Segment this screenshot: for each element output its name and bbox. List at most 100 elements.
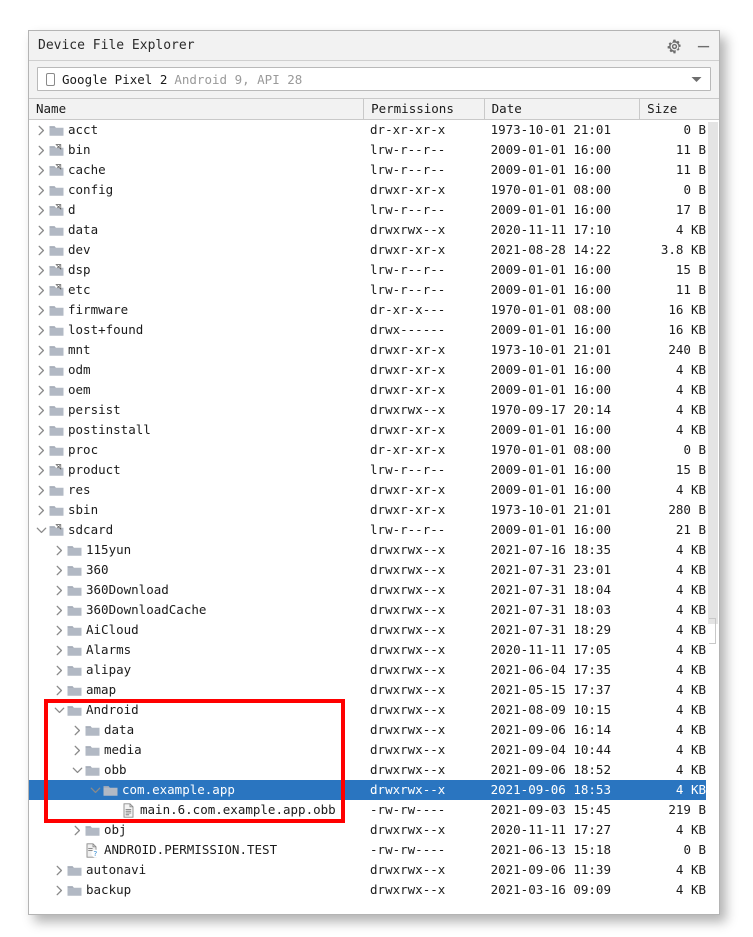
cell-name[interactable]: cache <box>29 160 363 180</box>
chevron-down-icon[interactable] <box>35 520 48 540</box>
table-row[interactable]: proc dr-xr-xr-x 1970-01-01 08:00 0 B <box>29 440 719 460</box>
chevron-right-icon[interactable] <box>35 140 48 160</box>
table-row[interactable]: 360DownloadCache drwxrwx--x 2021-07-31 18:… <box>29 600 719 620</box>
cell-name[interactable]: firmware <box>29 300 363 320</box>
table-row[interactable]: config drwxr-xr-x 1970-01-01 08:00 0 B <box>29 180 719 200</box>
cell-name[interactable]: etc <box>29 280 363 300</box>
chevron-down-icon[interactable] <box>691 68 702 90</box>
table-row[interactable]: alipay drwxrwx--x 2021-06-04 17:35 4 KB <box>29 660 719 680</box>
cell-name[interactable]: lost+found <box>29 320 363 340</box>
chevron-right-icon[interactable] <box>35 220 48 240</box>
cell-name[interactable]: AiCloud <box>29 620 363 640</box>
cell-name[interactable]: sbin <box>29 500 363 520</box>
cell-name[interactable]: postinstall <box>29 420 363 440</box>
cell-name[interactable]: res <box>29 480 363 500</box>
cell-name[interactable]: persist <box>29 400 363 420</box>
cell-name[interactable]: amap <box>29 680 363 700</box>
table-row[interactable]: media drwxrwx--x 2021-09-04 10:44 4 KB <box>29 740 719 760</box>
table-row[interactable]: ? ANDROID.PERMISSION.TEST -rw-rw---- 2021-0… <box>29 840 719 860</box>
chevron-right-icon[interactable] <box>35 420 48 440</box>
cell-name[interactable]: 360 <box>29 560 363 580</box>
cell-name[interactable]: data <box>29 220 363 240</box>
cell-name[interactable]: media <box>29 740 363 760</box>
chevron-right-icon[interactable] <box>71 720 84 740</box>
cell-name[interactable]: main.6.com.example.app.obb <box>29 800 363 820</box>
cell-name[interactable]: dsp <box>29 260 363 280</box>
cell-name[interactable]: product <box>29 460 363 480</box>
cell-name[interactable]: ? ANDROID.PERMISSION.TEST <box>29 840 363 860</box>
chevron-right-icon[interactable] <box>53 540 66 560</box>
table-row[interactable]: bin lrw-r--r-- 2009-01-01 16:00 11 B <box>29 140 719 160</box>
chevron-down-icon[interactable] <box>71 760 84 780</box>
cell-name[interactable]: proc <box>29 440 363 460</box>
table-row[interactable]: dsp lrw-r--r-- 2009-01-01 16:00 15 B <box>29 260 719 280</box>
cell-name[interactable]: oem <box>29 380 363 400</box>
chevron-right-icon[interactable] <box>71 740 84 760</box>
table-row[interactable]: obb drwxrwx--x 2021-09-06 18:52 4 KB <box>29 760 719 780</box>
column-header-date[interactable]: Date <box>483 99 640 120</box>
chevron-right-icon[interactable] <box>71 820 84 840</box>
table-row[interactable]: acct dr-xr-xr-x 1973-10-01 21:01 0 B <box>29 120 719 140</box>
table-row[interactable]: firmware dr-xr-x--- 1970-01-01 08:00 16 KB <box>29 300 719 320</box>
chevron-right-icon[interactable] <box>53 660 66 680</box>
table-row[interactable]: autonavi drwxrwx--x 2021-09-06 11:39 4 KB <box>29 860 719 880</box>
cell-name[interactable]: alipay <box>29 660 363 680</box>
gear-icon[interactable] <box>666 38 683 55</box>
cell-name[interactable]: acct <box>29 120 363 140</box>
cell-name[interactable]: sdcard <box>29 520 363 540</box>
table-row[interactable]: backup drwxrwx--x 2021-03-16 09:09 4 KB <box>29 880 719 900</box>
chevron-right-icon[interactable] <box>35 460 48 480</box>
table-row[interactable]: main.6.com.example.app.obb -rw-rw---- 2021… <box>29 800 719 820</box>
cell-name[interactable]: dev <box>29 240 363 260</box>
column-header-permissions[interactable]: Permissions <box>363 99 484 120</box>
table-row[interactable]: Android drwxrwx--x 2021-08-09 10:15 4 KB <box>29 700 719 720</box>
table-row[interactable]: sbin drwxr-xr-x 1973-10-01 21:01 280 B <box>29 500 719 520</box>
chevron-right-icon[interactable] <box>35 200 48 220</box>
table-row[interactable]: odm drwxr-xr-x 2009-01-01 16:00 4 KB <box>29 360 719 380</box>
chevron-right-icon[interactable] <box>35 500 48 520</box>
table-row[interactable]: 360Download drwxrwx--x 2021-07-31 18:04 4 K… <box>29 580 719 600</box>
chevron-right-icon[interactable] <box>53 580 66 600</box>
table-row[interactable]: persist drwxrwx--x 1970-09-17 20:14 4 KB <box>29 400 719 420</box>
chevron-right-icon[interactable] <box>35 380 48 400</box>
chevron-right-icon[interactable] <box>53 600 66 620</box>
cell-name[interactable]: config <box>29 180 363 200</box>
chevron-right-icon[interactable] <box>53 860 66 880</box>
cell-name[interactable]: 360DownloadCache <box>29 600 363 620</box>
cell-name[interactable]: mnt <box>29 340 363 360</box>
chevron-right-icon[interactable] <box>35 180 48 200</box>
table-row[interactable]: 115yun drwxrwx--x 2021-07-16 18:35 4 KB <box>29 540 719 560</box>
table-row[interactable]: lost+found drwx------ 2009-01-01 16:00 16 K… <box>29 320 719 340</box>
cell-name[interactable]: bin <box>29 140 363 160</box>
table-row[interactable]: com.example.app drwxrwx--x 2021-09-06 18:5… <box>29 780 719 800</box>
table-row[interactable]: d lrw-r--r-- 2009-01-01 16:00 17 B <box>29 200 719 220</box>
chevron-right-icon[interactable] <box>35 120 48 140</box>
cell-name[interactable]: 115yun <box>29 540 363 560</box>
table-row[interactable]: Alarms drwxrwx--x 2020-11-11 17:05 4 KB <box>29 640 719 660</box>
cell-name[interactable]: com.example.app <box>29 780 363 800</box>
chevron-right-icon[interactable] <box>53 880 66 900</box>
cell-name[interactable]: obb <box>29 760 363 780</box>
table-row[interactable]: obj drwxrwx--x 2020-11-11 17:27 4 KB <box>29 820 719 840</box>
chevron-right-icon[interactable] <box>35 300 48 320</box>
column-header-name[interactable]: Name <box>29 99 363 120</box>
table-row[interactable]: oem drwxr-xr-x 2009-01-01 16:00 4 KB <box>29 380 719 400</box>
cell-name[interactable]: autonavi <box>29 860 363 880</box>
chevron-right-icon[interactable] <box>53 620 66 640</box>
chevron-down-icon[interactable] <box>89 780 102 800</box>
chevron-right-icon[interactable] <box>35 320 48 340</box>
table-row[interactable]: product lrw-r--r-- 2009-01-01 16:00 15 B <box>29 460 719 480</box>
table-row[interactable]: AiCloud drwxrwx--x 2021-07-31 18:29 4 KB <box>29 620 719 640</box>
chevron-right-icon[interactable] <box>35 340 48 360</box>
chevron-right-icon[interactable] <box>35 360 48 380</box>
vertical-scrollbar[interactable] <box>706 121 719 914</box>
cell-name[interactable]: Alarms <box>29 640 363 660</box>
chevron-right-icon[interactable] <box>35 240 48 260</box>
chevron-right-icon[interactable] <box>53 560 66 580</box>
chevron-down-icon[interactable] <box>53 700 66 720</box>
cell-name[interactable]: Android <box>29 700 363 720</box>
table-row[interactable]: etc lrw-r--r-- 2009-01-01 16:00 11 B <box>29 280 719 300</box>
chevron-right-icon[interactable] <box>35 400 48 420</box>
table-row[interactable]: 360 drwxrwx--x 2021-07-31 23:01 4 KB <box>29 560 719 580</box>
table-row[interactable]: mnt drwxr-xr-x 1973-10-01 21:01 240 B <box>29 340 719 360</box>
